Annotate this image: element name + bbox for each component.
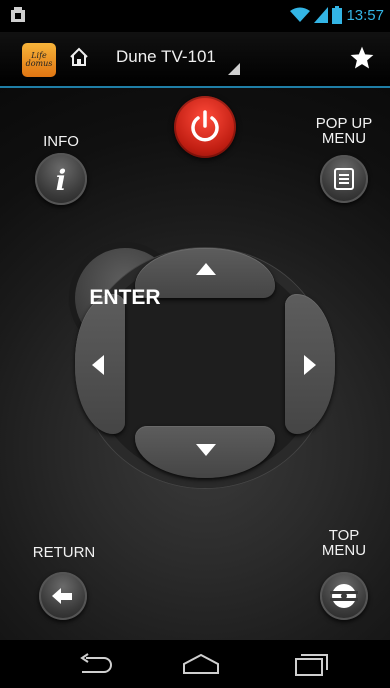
status-time: 13:57: [346, 6, 384, 24]
right-button[interactable]: [285, 294, 335, 434]
top-menu-label-line1: TOP: [328, 527, 360, 544]
remote-panel: INFO i POP UP MENU ENTER RETURN TOP MENU: [0, 88, 390, 640]
favorite-star-icon[interactable]: [349, 45, 375, 71]
arrow-up-icon: [196, 263, 216, 275]
disc-icon: [330, 584, 358, 608]
home-icon[interactable]: [68, 46, 90, 68]
wifi-icon: [290, 7, 311, 22]
app-screen: 13:57 Life domus Dune TV-101 INFO i POP …: [0, 0, 390, 688]
dpad: ENTER: [75, 248, 335, 488]
back-icon[interactable]: [76, 652, 116, 676]
return-label: RETURN: [32, 544, 96, 561]
home-outline-icon[interactable]: [181, 652, 221, 676]
info-label: INFO: [43, 133, 79, 150]
status-icons: 13:57: [290, 6, 384, 24]
power-button[interactable]: [174, 96, 236, 158]
top-menu-label: TOP MENU: [304, 528, 384, 558]
info-button[interactable]: i: [35, 153, 87, 205]
arrow-right-icon: [304, 355, 316, 375]
popup-menu-label: POP UP MENU: [304, 116, 384, 146]
arrow-left-icon: [92, 355, 104, 375]
enter-label: ENTER: [89, 286, 161, 309]
navigation-bar: [0, 640, 390, 688]
notification-icon: [11, 7, 25, 22]
app-logo-line2: domus: [25, 59, 53, 68]
popup-menu-label-line2: MENU: [321, 130, 367, 147]
popup-menu-label-line1: POP UP: [315, 115, 373, 132]
popup-menu-button[interactable]: [320, 155, 368, 203]
signal-icon: [314, 7, 329, 23]
device-name: Dune TV-101: [116, 47, 216, 66]
menu-list-icon: [334, 168, 354, 190]
recent-apps-icon[interactable]: [292, 652, 332, 676]
arrow-down-icon: [196, 444, 216, 456]
return-button[interactable]: [39, 572, 87, 620]
return-arrow-icon: [52, 588, 72, 604]
top-menu-button[interactable]: [320, 572, 368, 620]
svg-text:i: i: [56, 164, 67, 197]
info-icon: i: [56, 164, 67, 197]
power-icon: [191, 110, 219, 142]
status-bar: 13:57: [0, 0, 390, 32]
action-bar: Life domus Dune TV-101: [0, 32, 390, 88]
battery-icon: [332, 6, 343, 24]
app-logo[interactable]: Life domus: [22, 43, 56, 77]
dropdown-indicator-icon: [228, 63, 240, 75]
top-menu-label-line2: MENU: [321, 542, 367, 559]
